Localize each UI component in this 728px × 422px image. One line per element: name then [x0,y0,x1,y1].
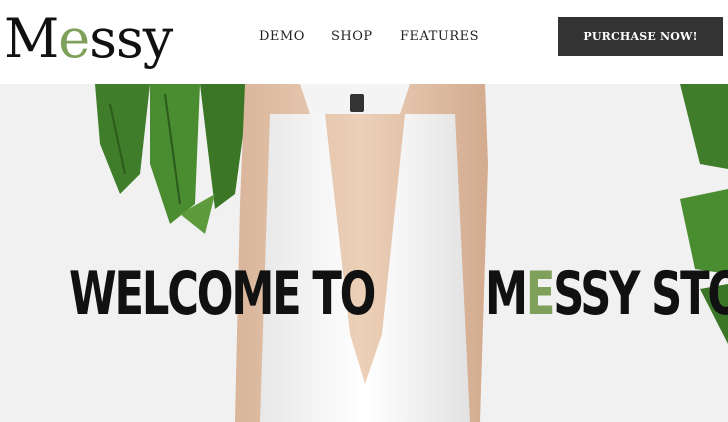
headline-letter-e: E [525,259,556,329]
headline-letter-m: M [485,259,528,329]
hero-headline-left: WELCOME TO [69,259,376,329]
nav-shop[interactable]: SHOP [331,29,373,44]
site-logo[interactable]: Me ssy [4,4,173,74]
logo-letter-e: e [58,7,90,70]
headline-rest: SSY STORE [553,259,728,329]
nav-demo[interactable]: DEMO [259,29,305,44]
site-header: Me ssy DEMO SHOP FEATURES PURCHASE NOW! [0,0,728,84]
hero-banner: WELCOME TO MESSY STORE [0,84,728,422]
purchase-now-button[interactable]: PURCHASE NOW! [558,17,723,56]
hero-image [95,84,728,422]
hero-headline-right: MESSY STORE [485,259,728,329]
leaf-left-decoration [95,84,250,234]
logo-rest: ssy [89,7,173,70]
nav-features[interactable]: FEATURES [400,29,479,44]
model-figure [235,84,488,422]
logo-letter-m: M [4,7,59,70]
